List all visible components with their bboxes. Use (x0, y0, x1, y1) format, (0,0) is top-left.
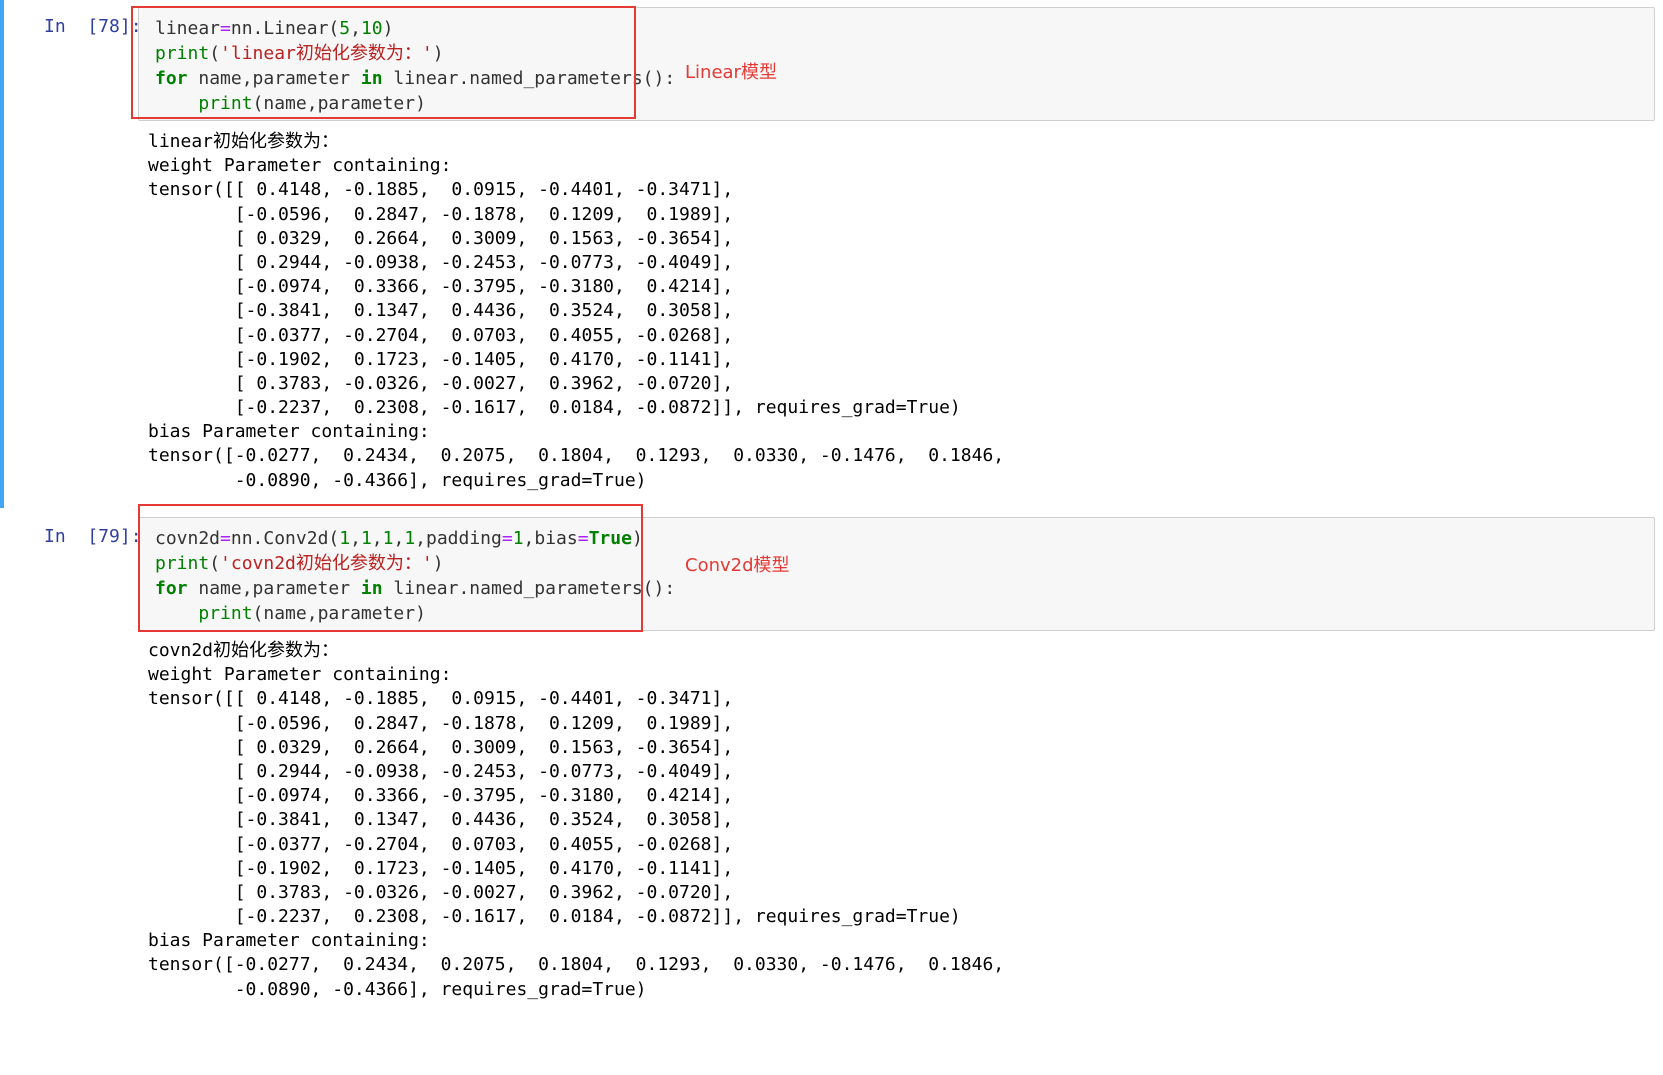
code-highlight-box (138, 504, 643, 632)
output-line: [-0.0596, 0.2847, -0.1878, 0.1209, 0.198… (148, 203, 734, 225)
output-line: [-0.1902, 0.1723, -0.1405, 0.4170, -0.11… (148, 348, 734, 370)
output-line: -0.0890, -0.4366], requires_grad=True) (148, 978, 647, 1000)
output-line: [ 0.2944, -0.0938, -0.2453, -0.0773, -0.… (148, 251, 734, 273)
output-line: [ 0.0329, 0.2664, 0.3009, 0.1563, -0.365… (148, 227, 734, 249)
output-line: [-0.3841, 0.1347, 0.4436, 0.3524, 0.3058… (148, 809, 734, 831)
output-line: [-0.0974, 0.3366, -0.3795, -0.3180, 0.42… (148, 276, 734, 298)
output-line: [ 0.0329, 0.2664, 0.3009, 0.1563, -0.365… (148, 736, 734, 758)
output-line: tensor([[ 0.4148, -0.1885, 0.0915, -0.44… (148, 179, 734, 201)
output-line: tensor([-0.0277, 0.2434, 0.2075, 0.1804,… (148, 445, 1005, 467)
output-line: [ 0.3783, -0.0326, -0.0027, 0.3962, -0.0… (148, 372, 734, 394)
annotation-conv2d-model: Conv2d模型 (685, 555, 790, 576)
output-line: [-0.0596, 0.2847, -0.1878, 0.1209, 0.198… (148, 712, 734, 734)
cell-prompt: In [78]: (44, 16, 142, 37)
output-line: [ 0.2944, -0.0938, -0.2453, -0.0773, -0.… (148, 760, 734, 782)
output-line: bias Parameter containing: (148, 930, 430, 952)
output-line: weight Parameter containing: (148, 155, 452, 177)
output-line: [ 0.3783, -0.0326, -0.0027, 0.3962, -0.0… (148, 881, 734, 903)
code-highlight-box (131, 6, 636, 119)
output-line: [-0.2237, 0.2308, -0.1617, 0.0184, -0.08… (148, 906, 961, 928)
output-line: [-0.3841, 0.1347, 0.4436, 0.3524, 0.3058… (148, 300, 734, 322)
output-line: [-0.1902, 0.1723, -0.1405, 0.4170, -0.11… (148, 857, 734, 879)
output-line: covn2d初始化参数为： (148, 640, 340, 661)
cell-output: covn2d初始化参数为： weight Parameter containing… (148, 639, 1004, 1002)
output-line: [-0.2237, 0.2308, -0.1617, 0.0184, -0.08… (148, 397, 961, 419)
output-line: linear初始化参数为： (148, 131, 340, 152)
cell-selection-bar (0, 0, 4, 508)
output-line: -0.0890, -0.4366], requires_grad=True) (148, 469, 647, 491)
output-line: bias Parameter containing: (148, 421, 430, 443)
cell-output: linear初始化参数为： weight Parameter containing… (148, 130, 1004, 493)
annotation-linear-model: Linear模型 (685, 62, 777, 83)
output-line: weight Parameter containing: (148, 664, 452, 686)
output-line: tensor([-0.0277, 0.2434, 0.2075, 0.1804,… (148, 954, 1005, 976)
code-cell-78[interactable]: In [78]: linear=nn.Linear(5,10) print('li… (0, 0, 1663, 508)
output-line: tensor([[ 0.4148, -0.1885, 0.0915, -0.44… (148, 688, 734, 710)
code-cell-79[interactable]: In [79]: covn2d=nn.Conv2d(1,1,1,1,paddin… (0, 504, 1663, 1075)
output-line: [-0.0377, -0.2704, 0.0703, 0.4055, -0.02… (148, 833, 734, 855)
output-line: [-0.0377, -0.2704, 0.0703, 0.4055, -0.02… (148, 324, 734, 346)
output-line: [-0.0974, 0.3366, -0.3795, -0.3180, 0.42… (148, 785, 734, 807)
cell-prompt: In [79]: (44, 526, 142, 547)
